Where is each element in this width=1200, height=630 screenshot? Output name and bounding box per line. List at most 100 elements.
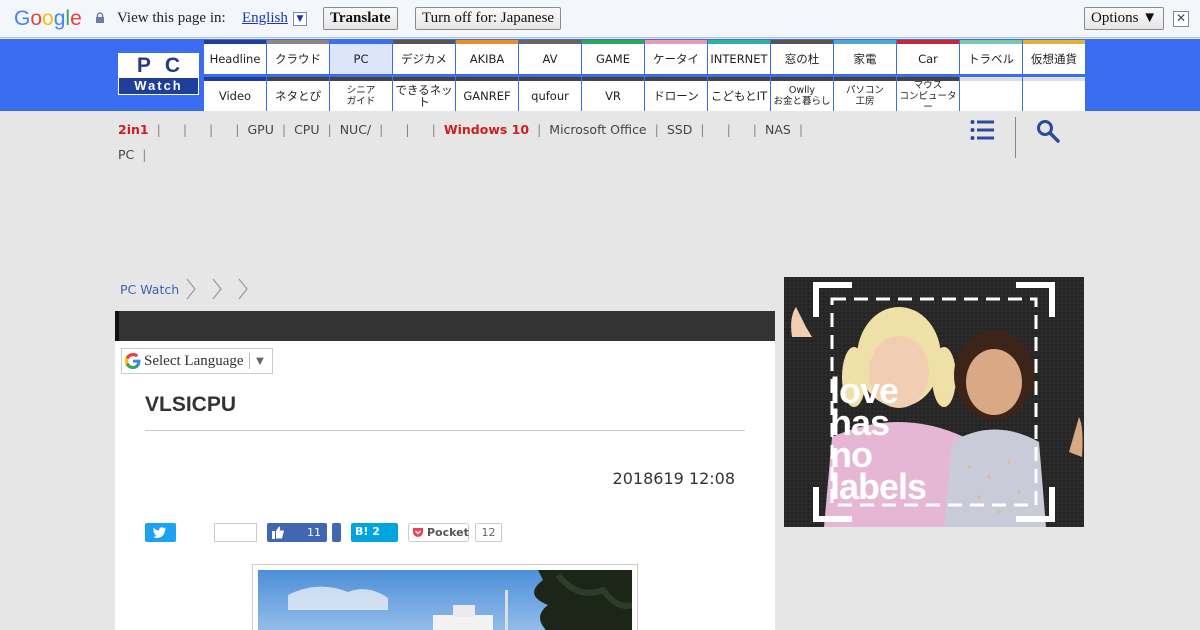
nav-item[interactable]: パソコン 工房 <box>834 77 896 111</box>
category-separator: | <box>798 122 804 137</box>
google-logo: Google <box>14 7 82 30</box>
facebook-share-button[interactable] <box>332 523 341 542</box>
ad-text-line: labels <box>830 466 927 507</box>
google-g-icon <box>125 353 141 369</box>
category-link[interactable]: CPU <box>294 122 319 137</box>
pocket-label: Pocket <box>427 526 469 539</box>
hatena-bookmark-button[interactable]: B! 2 <box>351 523 398 542</box>
chevron-right-icon <box>238 278 248 300</box>
article-panel: Select Language ▼ VLSICPU 2018619 12:08 … <box>115 311 775 630</box>
language-dropdown-icon[interactable]: ▼ <box>293 12 307 26</box>
breadcrumb: PC Watch <box>120 277 257 301</box>
category-separator: | <box>752 122 758 137</box>
ad-image <box>784 277 1084 527</box>
nav-item[interactable]: 仮想通貨 <box>1023 40 1085 74</box>
facebook-like-button[interactable]: 11 <box>267 523 327 542</box>
translate-button[interactable]: Translate <box>323 7 398 30</box>
category-separator: | <box>327 122 332 137</box>
nav-item[interactable]: 窓の杜 <box>771 40 833 74</box>
article-header-bar <box>115 311 775 341</box>
category-separator: | <box>654 122 659 137</box>
nav-item[interactable]: できるネット <box>393 77 455 111</box>
category-link[interactable]: Microsoft Office <box>549 122 646 137</box>
category-separator: | <box>431 122 436 137</box>
article-photo-frame <box>252 564 638 630</box>
nav-item[interactable]: AKIBA <box>456 40 518 74</box>
site-header: PC Watch Headline クラウド PC デジカメ AKIBA AV GAME ケー… <box>0 39 1200 113</box>
nav-item[interactable]: Video <box>204 77 266 111</box>
category-link[interactable]: 2in1 <box>118 122 149 137</box>
turn-off-button[interactable]: Turn off for: Japanese <box>415 7 562 30</box>
header-divider <box>1015 117 1016 158</box>
category-separator: | <box>537 122 542 137</box>
twitter-share-button[interactable] <box>145 523 176 542</box>
category-link[interactable]: PC <box>118 147 134 162</box>
thumbs-up-icon <box>272 526 284 539</box>
chevron-right-icon <box>212 278 222 300</box>
lock-icon <box>96 12 104 23</box>
category-separator: | <box>281 122 287 137</box>
menu-icon[interactable] <box>970 119 994 141</box>
nav-item[interactable]: こどもとIT <box>708 77 770 111</box>
search-icon[interactable] <box>1036 119 1060 143</box>
nav-empty-cell <box>960 77 1022 111</box>
article-date: 2018619 12:08 <box>612 469 735 488</box>
nav-item[interactable]: ケータイ <box>645 40 707 74</box>
nav-item[interactable]: Owlly お金と暮らし <box>771 77 833 111</box>
ad-text: love has no labels <box>830 373 927 507</box>
nav-item[interactable]: ドローン <box>645 77 707 111</box>
nav-item[interactable]: GAME <box>582 40 644 74</box>
breadcrumb-home[interactable]: PC Watch <box>120 282 179 297</box>
category-separator: | <box>726 122 731 137</box>
site-navigation: Headline クラウド PC デジカメ AKIBA AV GAME ケータイ INTERNE… <box>204 40 1085 113</box>
category-link[interactable]: SSD <box>667 122 693 137</box>
chevron-right-icon <box>186 278 196 300</box>
nav-item[interactable]: シニア ガイド <box>330 77 392 111</box>
category-link[interactable]: GPU <box>247 122 273 137</box>
nav-item[interactable]: qufour <box>519 77 581 111</box>
nav-item[interactable]: デジカメ <box>393 40 455 74</box>
language-link[interactable]: English <box>242 10 288 27</box>
category-link[interactable]: NUC/ <box>340 122 371 137</box>
nav-item[interactable]: Car <box>897 40 959 74</box>
nav-item[interactable]: GANREF <box>456 77 518 111</box>
article-photo[interactable] <box>258 570 632 630</box>
pocket-count: 12 <box>475 523 502 542</box>
pocket-icon <box>413 528 423 537</box>
nav-item[interactable]: AV <box>519 40 581 74</box>
category-link[interactable]: NAS <box>765 122 791 137</box>
language-select-label: Select Language <box>144 352 244 369</box>
nav-item[interactable]: マウス コンピューター <box>897 77 959 113</box>
nav-item[interactable]: PC <box>330 40 392 74</box>
logo-watch-text: Watch <box>119 78 198 94</box>
nav-item[interactable]: ネタとぴ <box>267 77 329 111</box>
nav-item[interactable]: VR <box>582 77 644 111</box>
site-logo[interactable]: PC Watch <box>118 53 199 95</box>
pocket-button[interactable]: Pocket <box>408 523 469 542</box>
nav-item[interactable]: INTERNET <box>708 40 770 74</box>
facebook-like-count: 11 <box>307 526 321 539</box>
nav-item[interactable]: 家電 <box>834 40 896 74</box>
logo-pc-text: PC <box>136 54 195 77</box>
twitter-count-box <box>214 523 257 542</box>
dropdown-arrow-icon: ▼ <box>248 353 266 369</box>
category-separator: | <box>405 122 410 137</box>
nav-item[interactable]: クラウド <box>267 40 329 74</box>
twitter-icon <box>153 527 167 538</box>
category-separator: | <box>379 122 384 137</box>
close-icon[interactable]: ✕ <box>1173 11 1189 27</box>
translate-bar: Google View this page in: English ▼ Tran… <box>0 0 1200 38</box>
category-separator: | <box>209 122 214 137</box>
article-title: VLSICPU <box>145 393 237 416</box>
nav-empty-cell <box>1023 77 1085 111</box>
nav-item[interactable]: Headline <box>204 40 266 74</box>
category-link[interactable]: Windows 10 <box>444 122 529 137</box>
category-separator: | <box>700 122 705 137</box>
options-button[interactable]: Options ▼ <box>1084 7 1165 30</box>
category-links: 2in1 | | | | GPU | CPU | NUC/ | | | Windows 10 | Micros… <box>118 117 968 167</box>
category-separator: | <box>156 122 161 137</box>
language-select[interactable]: Select Language ▼ <box>121 348 273 374</box>
advertisement[interactable]: love has no labels <box>784 277 1084 527</box>
category-separator: | <box>182 122 188 137</box>
nav-item[interactable]: トラベル <box>960 40 1022 74</box>
